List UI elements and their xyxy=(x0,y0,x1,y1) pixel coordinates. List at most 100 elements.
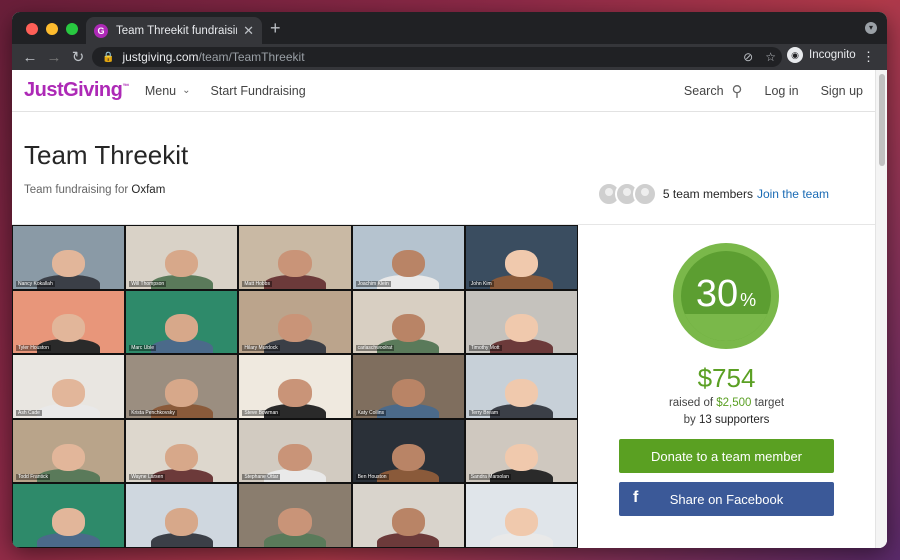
minimize-window-button[interactable] xyxy=(46,23,58,35)
signup-link[interactable]: Sign up xyxy=(821,84,863,98)
participant-name: Terry Bream xyxy=(468,409,501,416)
participant-tile: Timothy Mott xyxy=(465,290,577,354)
participant-face xyxy=(504,249,539,278)
participant-tile: Tyler Houston xyxy=(13,290,125,354)
participant-face xyxy=(391,443,425,472)
participant-tile: Todd Frantick xyxy=(13,419,125,483)
participant-name: Joachim Klein xyxy=(355,280,391,287)
join-team-link[interactable]: Join the team xyxy=(757,187,829,201)
search-button[interactable]: Search ⚲ xyxy=(684,82,743,100)
participant-name: Katy Collins xyxy=(355,409,386,416)
team-members: 5 team members Join the team xyxy=(596,182,829,206)
bookmark-star-icon[interactable]: ☆ xyxy=(765,47,776,67)
window-controls xyxy=(26,23,78,35)
participant-name: Ash Cade xyxy=(16,409,42,416)
participant-tile: Sandra Marsolan xyxy=(465,419,577,483)
participant-face xyxy=(391,314,425,342)
reload-button[interactable]: ↻ xyxy=(66,48,90,66)
incognito-indicator[interactable]: ◉ Incognito xyxy=(787,47,856,63)
participant-name: Krista Penchkovsky xyxy=(129,409,177,416)
participant-name: Sandra Marsolan xyxy=(468,474,511,481)
tab-strip: G Team Threekit fundraising for O ✕ + ▾ xyxy=(12,12,887,44)
new-tab-button[interactable]: + xyxy=(270,18,281,39)
participant-face xyxy=(51,249,86,278)
scrollbar-thumb[interactable] xyxy=(879,74,885,166)
participant-tile: Stephane Ottar xyxy=(239,419,351,483)
maximize-window-button[interactable] xyxy=(66,23,78,35)
tab-search-icon[interactable]: ▾ xyxy=(865,22,877,34)
participant-face xyxy=(504,508,539,536)
tab-title: Team Threekit fundraising for O xyxy=(116,24,237,37)
team-header: Team Threekit Team fundraising for Oxfam… xyxy=(12,112,875,225)
close-window-button[interactable] xyxy=(26,23,38,35)
browser-toolbar: ← → ↻ 🔒 justgiving.com/team/TeamThreekit… xyxy=(12,44,887,70)
target-text: raised of $2,500 target xyxy=(668,397,785,409)
participant-face xyxy=(278,443,312,472)
search-label: Search xyxy=(683,84,724,98)
amount-raised: $754 xyxy=(697,363,756,393)
participant-face xyxy=(51,443,86,472)
close-tab-icon[interactable]: ✕ xyxy=(243,23,254,39)
page-scrollbar[interactable] xyxy=(875,70,887,548)
participant-face xyxy=(391,378,425,407)
member-avatars[interactable] xyxy=(596,182,657,206)
login-link[interactable]: Log in xyxy=(765,84,799,98)
participant-face xyxy=(504,443,539,472)
participant-face xyxy=(51,508,86,536)
fundraising-panel: 30% $754 raised of $2,500 target by 13 s… xyxy=(578,225,875,548)
share-facebook-button[interactable]: f Share on Facebook xyxy=(619,482,834,516)
browser-tab-active[interactable]: G Team Threekit fundraising for O ✕ xyxy=(86,17,262,44)
team-content: Nancy Kokallah Will Thompson Matt Hobbs Joa… xyxy=(12,225,875,548)
participant-face xyxy=(278,378,312,407)
start-fundraising-link[interactable]: Start Fundraising xyxy=(211,84,306,98)
eye-slash-icon[interactable]: ⊘ xyxy=(743,47,753,67)
participant-tile: carlaschwoolrat xyxy=(352,290,464,354)
participant-tile: Terry Bream xyxy=(465,355,577,418)
avatar xyxy=(632,182,657,206)
progress-fill xyxy=(681,314,771,341)
chevron-down-icon: ⌄ xyxy=(182,85,191,96)
participant-name: Marc Uble xyxy=(129,345,156,352)
participant-tile xyxy=(465,484,577,547)
charity-name[interactable]: Oxfam xyxy=(131,184,165,196)
supporters-text: by 13 supporters xyxy=(683,414,770,426)
participant-face xyxy=(51,378,86,407)
team-subtitle: Team fundraising for Oxfam xyxy=(24,184,166,196)
participant-tile xyxy=(126,484,238,547)
forward-button[interactable]: → xyxy=(42,49,66,66)
participant-face xyxy=(165,508,199,536)
browser-window: G Team Threekit fundraising for O ✕ + ▾ … xyxy=(12,12,887,548)
facebook-icon: f xyxy=(633,489,639,506)
participant-face xyxy=(165,443,199,472)
donate-button[interactable]: Donate to a team member xyxy=(619,439,834,473)
lock-icon[interactable]: 🔒 xyxy=(102,52,114,63)
team-video-call-photo: Nancy Kokallah Will Thompson Matt Hobbs Joa… xyxy=(12,225,578,548)
participant-face xyxy=(278,249,312,278)
menu-button[interactable]: Menu ⌄ xyxy=(145,84,191,98)
url-path: /team/TeamThreekit xyxy=(198,50,305,64)
participant-name: Stephane Ottar xyxy=(242,474,281,481)
participant-name: Ben Houston xyxy=(355,474,389,481)
participant-tile: Joachim Klein xyxy=(352,226,464,289)
participant-face xyxy=(51,314,86,342)
participant-name: Hilary Murdock xyxy=(242,345,280,352)
participant-tile: Katy Collins xyxy=(352,355,464,418)
participant-face xyxy=(278,508,312,536)
incognito-label: Incognito xyxy=(809,49,856,61)
participant-name: Wayne Larsen xyxy=(129,474,166,481)
back-button[interactable]: ← xyxy=(18,49,42,66)
address-bar[interactable]: 🔒 justgiving.com/team/TeamThreekit ⊘ ☆ xyxy=(92,47,782,67)
search-icon: ⚲ xyxy=(731,83,743,100)
web-page: JustGiving™ Menu ⌄ Start Fundraising Sea… xyxy=(12,70,875,548)
browser-menu-icon[interactable]: ⋮ xyxy=(862,49,875,65)
participant-tile: John Kim xyxy=(465,226,577,289)
member-count: 5 team members xyxy=(662,187,753,201)
participant-tile: Ash Cade xyxy=(13,355,125,418)
participant-name: Tyler Houston xyxy=(16,345,51,352)
participant-tile: Steve Bowman xyxy=(239,355,351,418)
participant-tile xyxy=(13,484,125,547)
supporters-count: 13 supporters xyxy=(699,414,770,426)
justgiving-logo[interactable]: JustGiving™ xyxy=(24,79,129,102)
participant-name: Nancy Kokallah xyxy=(16,280,55,287)
url-host: justgiving.com xyxy=(122,50,199,64)
